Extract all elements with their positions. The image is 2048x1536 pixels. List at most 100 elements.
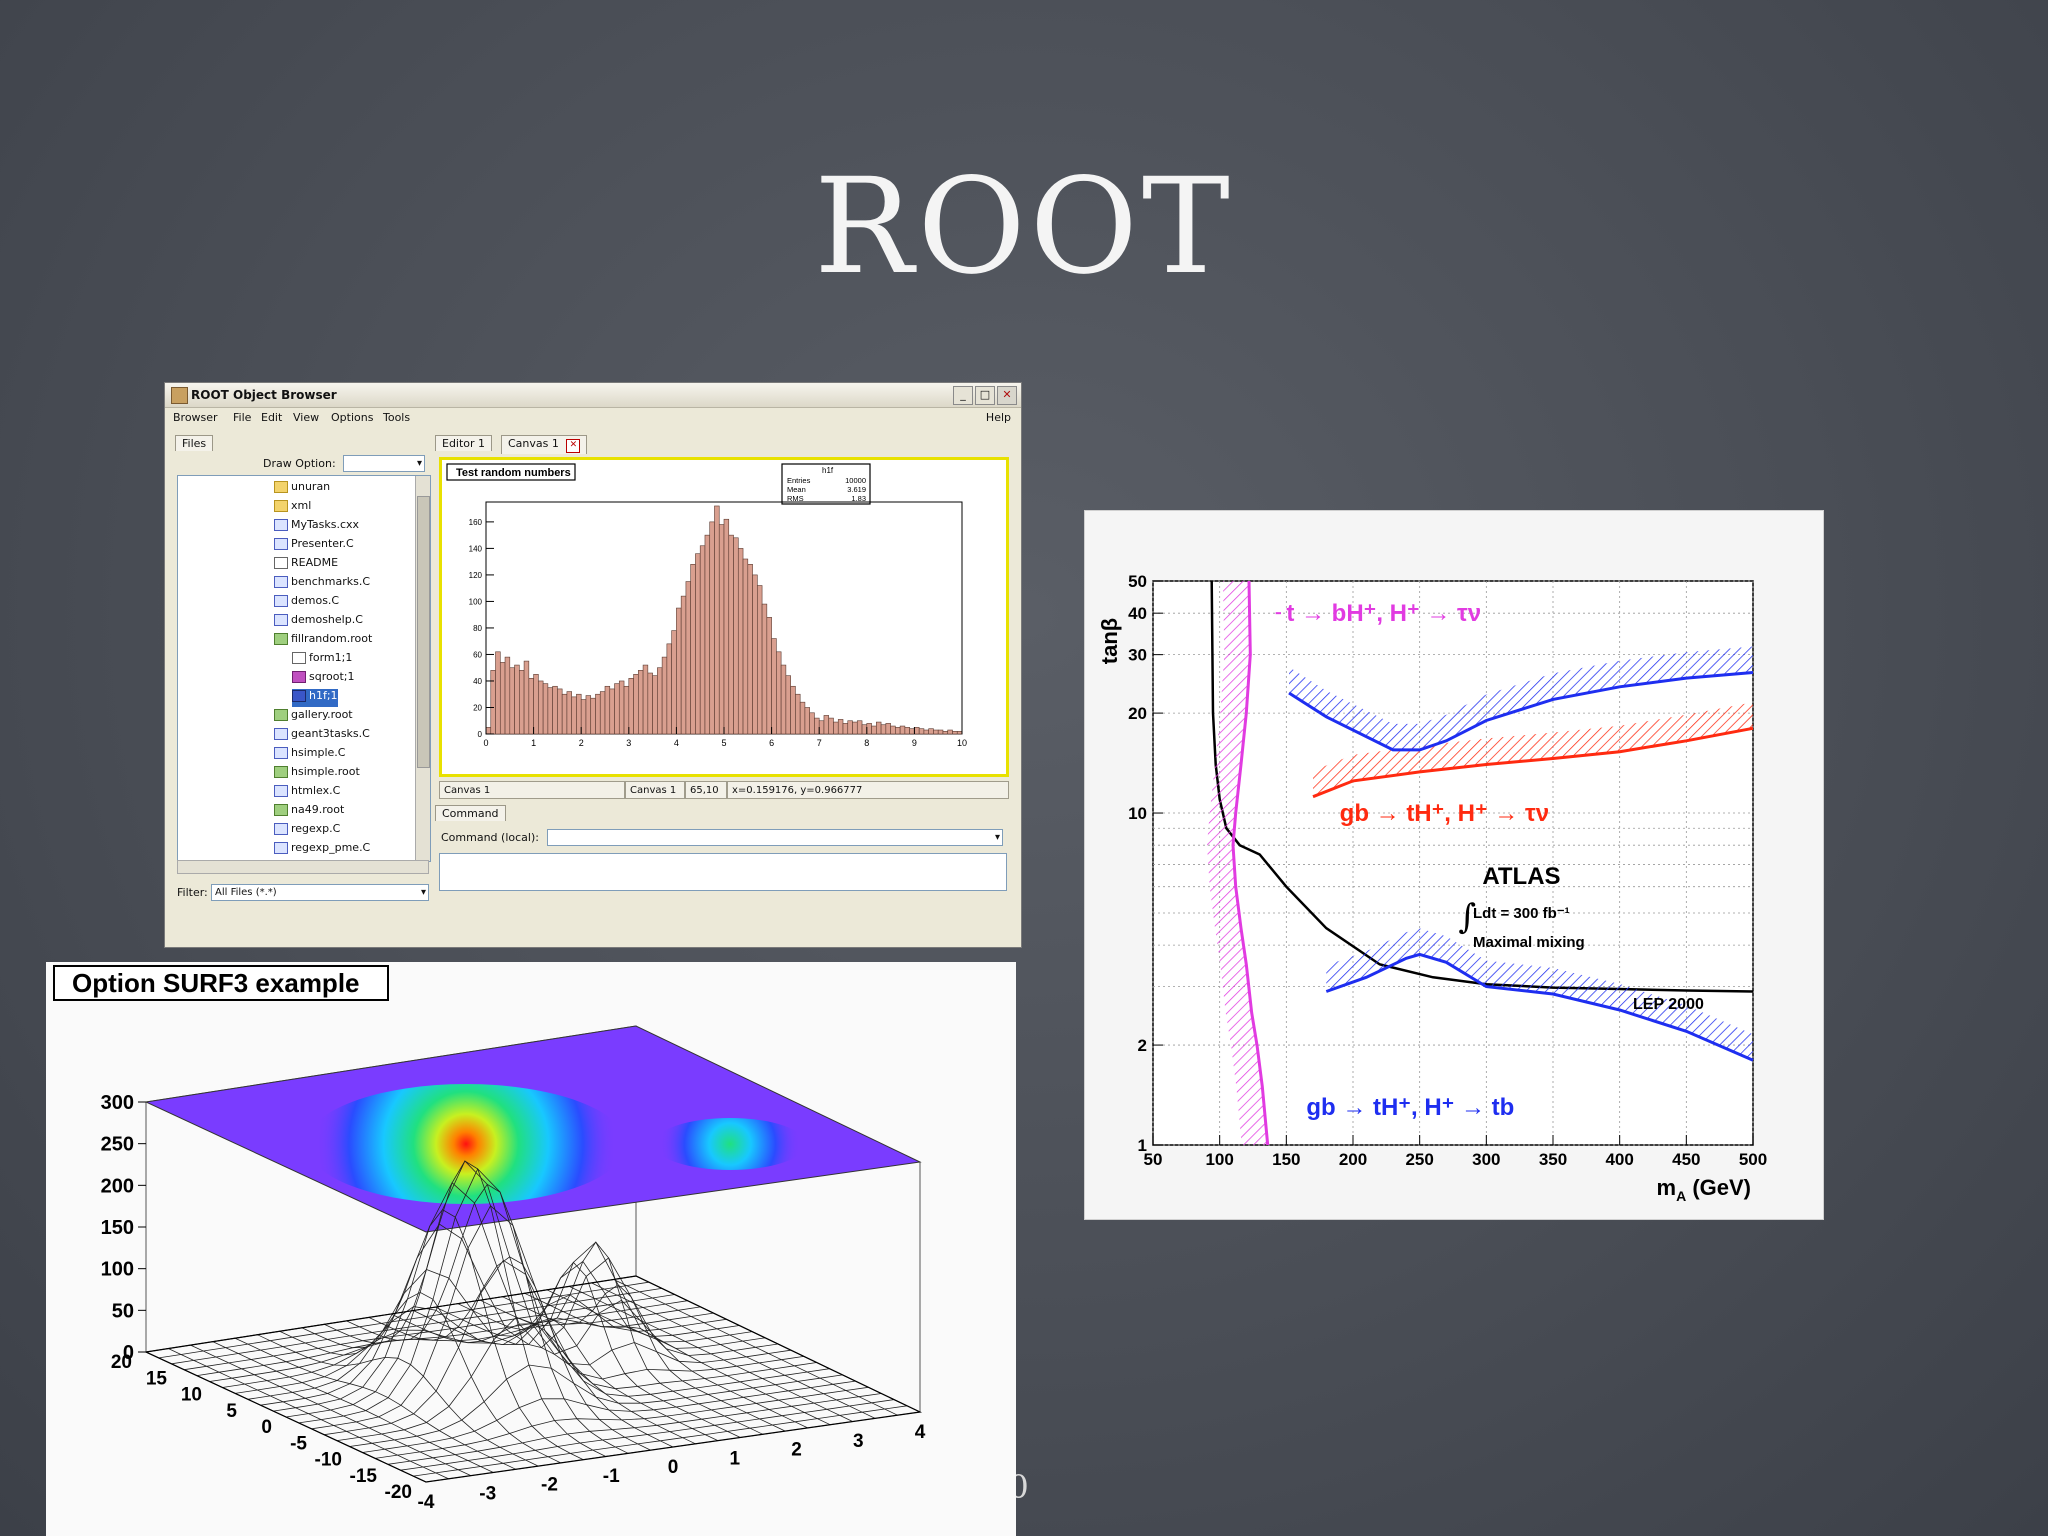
histogram-bar (918, 728, 925, 735)
folder-icon (274, 500, 288, 512)
histogram-bar (623, 685, 630, 735)
histogram-bar (542, 683, 549, 735)
x-tick-label: 150 (1272, 1150, 1300, 1169)
tree-item[interactable]: Presenter.C (274, 537, 354, 555)
tree-item[interactable]: htmlex.C (274, 784, 340, 802)
histogram-bar (519, 670, 525, 735)
x-tick-label: 2 (791, 1440, 802, 1461)
histogram-bar (695, 553, 701, 735)
x-tick-label: 1 (729, 1448, 740, 1469)
text-file-icon (292, 652, 306, 664)
histogram-canvas[interactable]: Test random numbers h1f Entries 10000 Mean 3.… (439, 457, 1009, 777)
histogram-bar (856, 720, 863, 735)
menu-options[interactable]: Options (331, 411, 373, 424)
tree-item[interactable]: geant3tasks.C (274, 727, 370, 745)
histogram-bar (904, 727, 910, 735)
histogram-bar (880, 724, 887, 735)
tree-item[interactable]: hsimple.root (274, 765, 360, 783)
macro-file-icon (274, 595, 288, 607)
tree-item[interactable]: README (274, 556, 338, 574)
status-pixel: 65,10 (685, 781, 727, 799)
minimize-button[interactable]: _ (953, 386, 973, 405)
contour-peak-main (306, 1084, 626, 1204)
menu-browser[interactable]: Browser (173, 411, 218, 424)
histogram-bar (538, 680, 544, 735)
tab-command[interactable]: Command (435, 805, 506, 821)
plot-annotation: gb → tH⁺, H⁺ → tb (1306, 1094, 1514, 1121)
y-tick-label: 5 (226, 1401, 237, 1422)
close-button[interactable]: ✕ (997, 386, 1017, 405)
tree-item[interactable]: xml (274, 499, 311, 517)
histogram-bar (914, 727, 920, 735)
stats-label: Mean (787, 485, 806, 494)
macro-file-icon (274, 576, 288, 588)
maximize-button[interactable]: □ (975, 386, 995, 405)
menu-edit[interactable]: Edit (261, 411, 282, 424)
x-tick-label: 3 (853, 1431, 864, 1452)
y-axis-label: tanβ (1097, 618, 1122, 664)
mesh-line (457, 1261, 741, 1438)
histogram-bar (628, 678, 634, 735)
histogram-bar (785, 675, 791, 735)
stats-title: h1f (822, 466, 834, 475)
tree-item[interactable]: unuran (274, 480, 330, 498)
horizontal-scrollbar[interactable] (177, 860, 429, 874)
root-object-browser-window: ROOT Object Browser _ □ ✕ Browser File E… (164, 382, 1022, 948)
vertical-scrollbar[interactable] (415, 476, 430, 861)
tree-item[interactable]: regexp_pme.C (274, 841, 370, 859)
x-tick-label: 0 (483, 738, 488, 748)
histogram-bar (509, 667, 515, 735)
root-file-icon (274, 766, 288, 778)
tree-item[interactable]: regexp.C (274, 822, 340, 840)
z-tick-label: 100 (101, 1259, 134, 1281)
menu-tools[interactable]: Tools (383, 411, 410, 424)
x-tick-label: 200 (1339, 1150, 1367, 1169)
histogram-bar (818, 720, 825, 735)
window-titlebar[interactable]: ROOT Object Browser _ □ ✕ (165, 383, 1021, 408)
histogram-bar (571, 696, 577, 735)
menu-file[interactable]: File (233, 411, 251, 424)
tab-canvas[interactable]: Canvas 1 ✕ (501, 435, 588, 454)
histogram-bar (618, 680, 625, 735)
tab-files[interactable]: Files (175, 435, 214, 451)
plot-annotation: LEP 2000 (1633, 996, 1704, 1013)
histogram-bar (728, 534, 734, 735)
plot-annotation: Maximal mixing (1473, 934, 1585, 951)
stats-value: 3.619 (847, 485, 866, 494)
x-tick-label: 4 (674, 738, 679, 748)
tree-item[interactable]: fillrandom.root (274, 632, 372, 650)
tab-editor[interactable]: Editor 1 (435, 435, 493, 451)
histogram-bar (495, 651, 501, 735)
tree-item-label: gallery.root (291, 708, 353, 721)
histogram-bar (533, 674, 539, 735)
plot-annotation: gb → tH⁺, H⁺ → τν (1340, 800, 1549, 827)
tree-item-label: htmlex.C (291, 784, 341, 797)
histogram-bar (709, 521, 715, 735)
tree-item[interactable]: demos.C (274, 594, 339, 612)
tree-item[interactable]: hsimple.C (274, 746, 345, 764)
y-tick-label: 100 (469, 597, 483, 606)
tree-item-label: sqroot;1 (309, 670, 355, 683)
close-tab-icon[interactable]: ✕ (566, 439, 581, 453)
x-tick-label: 400 (1605, 1150, 1633, 1169)
plot-annotation: Ldt = 300 fb⁻¹ (1473, 905, 1570, 922)
histogram-bar (933, 729, 939, 735)
tree-item[interactable]: h1f;1 (292, 689, 338, 707)
tree-item[interactable]: demoshelp.C (274, 613, 363, 631)
tree-item-label: h1f;1 (309, 689, 338, 702)
tree-item[interactable]: sqroot;1 (292, 670, 354, 688)
filter-select[interactable]: All Files (*.*) ▾ (211, 884, 429, 901)
menu-help[interactable]: Help (986, 411, 1011, 424)
menu-view[interactable]: View (293, 411, 319, 424)
draw-option-select[interactable]: ▾ (343, 455, 425, 472)
y-tick-label: 10 (181, 1385, 202, 1406)
scrollbar-thumb[interactable] (417, 496, 430, 768)
tree-item[interactable]: MyTasks.cxx (274, 518, 359, 536)
tree-item[interactable]: form1;1 (292, 651, 352, 669)
command-input[interactable]: ▾ (547, 829, 1003, 846)
tree-item[interactable]: benchmarks.C (274, 575, 370, 593)
status-coordinates: x=0.159176, y=0.966777 (727, 781, 1009, 799)
tree-item[interactable]: gallery.root (274, 708, 353, 726)
x-tick-label: -3 (479, 1483, 496, 1504)
tree-item[interactable]: na49.root (274, 803, 344, 821)
